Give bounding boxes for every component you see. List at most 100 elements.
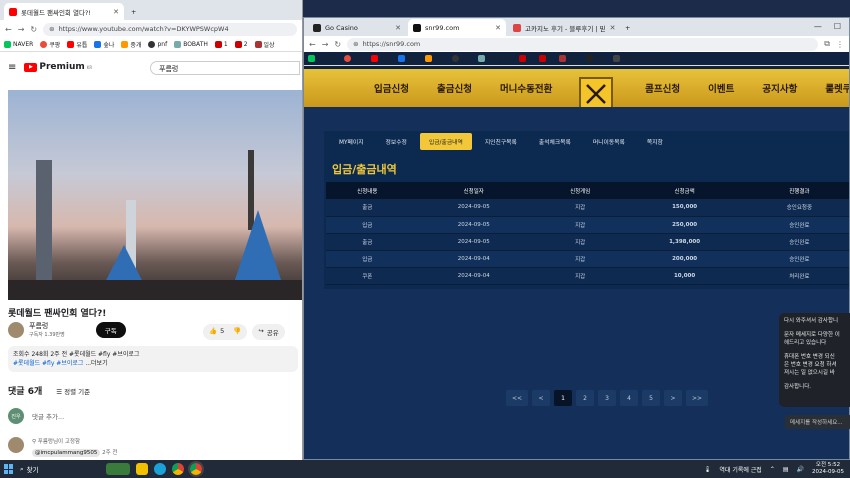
page-4-button[interactable]: 4 xyxy=(620,390,638,406)
widgets-icon[interactable] xyxy=(106,463,130,475)
tab-youtube[interactable]: 롯데월드 팬싸인회 열다?! ✕ xyxy=(4,3,124,20)
page-1-button[interactable]: 1 xyxy=(554,390,572,406)
site-info-icon[interactable]: ⊜ xyxy=(353,40,358,48)
bookmark-coupang[interactable]: 쿠팡 xyxy=(344,54,364,63)
bookmark-coupang[interactable]: 쿠팡 xyxy=(40,40,60,49)
bookmark-2[interactable]: 2 xyxy=(538,55,552,62)
bookmark-daily[interactable]: 일상 xyxy=(558,54,579,63)
volume-icon[interactable]: 🔊 xyxy=(797,466,804,473)
bookmark-naver[interactable]: NAVER xyxy=(308,55,337,62)
tab-go-casino[interactable]: Go Casino ✕ xyxy=(308,19,406,36)
chrome-icon[interactable] xyxy=(172,463,184,475)
reload-icon[interactable]: ↻ xyxy=(334,40,341,49)
bookmark-coupang-guide[interactable]: 쿠팡이 되는 법 2회... xyxy=(612,54,676,63)
sort-button[interactable]: ☰ 정렬 기준 xyxy=(56,386,90,396)
nav-events[interactable]: 이벤트 xyxy=(708,81,734,95)
chat-input[interactable]: 메세지를 작성하세요... xyxy=(785,415,850,429)
bookmark-daily[interactable]: 일상 xyxy=(254,40,275,49)
close-tab-icon[interactable]: ✕ xyxy=(610,24,616,32)
minimize-icon[interactable]: — xyxy=(814,22,822,31)
thumbs-down-icon[interactable]: 👎 xyxy=(233,327,241,337)
menu-close-button[interactable] xyxy=(579,77,613,111)
edge-icon[interactable] xyxy=(154,463,166,475)
comment-handle[interactable]: @imcpulammang9505 xyxy=(32,449,101,457)
tab-attendance[interactable]: 출석체크목록 xyxy=(530,133,580,150)
forward-icon[interactable]: → xyxy=(18,25,25,34)
bookmark-bobath[interactable]: BOBATH xyxy=(174,41,208,48)
page-3-button[interactable]: 3 xyxy=(598,390,616,406)
channel-avatar[interactable] xyxy=(8,321,24,338)
extensions-icon[interactable]: ⧉ xyxy=(824,39,830,49)
tab-mypage[interactable]: MY페이지 xyxy=(330,133,373,150)
subscribe-button[interactable]: 구독 xyxy=(95,321,126,338)
reload-icon[interactable]: ↻ xyxy=(30,25,37,34)
close-tab-icon[interactable]: ✕ xyxy=(113,8,119,16)
menu-icon[interactable]: ≡ xyxy=(8,62,16,73)
first-page-button[interactable]: << xyxy=(506,390,528,406)
video-player[interactable] xyxy=(8,90,302,300)
like-button[interactable]: 👍 5 👎 xyxy=(203,324,248,340)
last-page-button[interactable]: >> xyxy=(686,390,708,406)
file-explorer-icon[interactable] xyxy=(136,463,148,475)
youtube-logo[interactable]: ▶ Premium KR xyxy=(24,62,92,72)
browser-menu-icon[interactable]: ⋮ xyxy=(836,40,844,49)
bookmark-soop[interactable]: 숲나 xyxy=(94,40,114,49)
bookmark-broker[interactable]: 중개 xyxy=(121,40,141,49)
bookmark-1[interactable]: 1 xyxy=(518,55,532,62)
back-icon[interactable]: ← xyxy=(309,40,316,49)
nav-deposit-request[interactable]: 입금신청 xyxy=(374,81,409,95)
new-tab-button[interactable]: + xyxy=(620,19,635,36)
nav-notices[interactable]: 공지사항 xyxy=(762,81,797,95)
description-box[interactable]: 조회수 248회 2주 전 #롯데월드 #fly #브이로그 #롯데월드 #fl… xyxy=(8,346,298,372)
bookmark-youtube[interactable]: 유튭 xyxy=(371,54,391,63)
bookmark-broker[interactable]: 중개 xyxy=(425,54,445,63)
tray-overflow-icon[interactable]: ⌃ xyxy=(770,466,775,473)
nav-comp-request[interactable]: 콤프신청 xyxy=(645,81,680,95)
clock[interactable]: 오전 5:52 2024-09-05 xyxy=(812,462,844,476)
share-button[interactable]: ↪ 공유 xyxy=(252,324,285,340)
bookmark-pnf[interactable]: pnf xyxy=(452,55,471,62)
weather-icon[interactable]: 🌡 xyxy=(704,466,712,473)
bookmark-tickle[interactable]: 티클 xyxy=(585,54,606,63)
windows-start-icon[interactable] xyxy=(4,464,14,474)
back-icon[interactable]: ← xyxy=(5,25,12,34)
site-info-icon[interactable]: ⊜ xyxy=(49,25,54,33)
page-2-button[interactable]: 2 xyxy=(576,390,594,406)
tab-friends[interactable]: 지인친구목록 xyxy=(476,133,526,150)
add-comment-input[interactable]: 댓글 추가... xyxy=(32,411,64,421)
close-tab-icon[interactable]: ✕ xyxy=(395,24,401,32)
forward-icon[interactable]: → xyxy=(322,40,329,49)
bookmark-youtube[interactable]: 유튭 xyxy=(67,40,87,49)
bookmark-1[interactable]: 1 xyxy=(214,41,228,48)
close-tab-icon[interactable]: ✕ xyxy=(495,24,501,32)
network-icon[interactable]: ▤ xyxy=(783,466,789,473)
more-link[interactable]: ...더보기 xyxy=(85,360,107,367)
tab-messages[interactable]: 쪽지함 xyxy=(638,133,672,150)
prev-page-button[interactable]: < xyxy=(532,390,550,406)
page-5-button[interactable]: 5 xyxy=(642,390,660,406)
bookmark-2[interactable]: 2 xyxy=(234,41,248,48)
hashtags[interactable]: #롯데월드 #fly #브이로그 xyxy=(13,360,83,367)
weather-text[interactable]: 역대 기록에 근접 xyxy=(719,465,761,474)
bookmark-pnf[interactable]: pnf xyxy=(148,41,167,48)
tab-edit-info[interactable]: 정보수정 xyxy=(377,133,416,150)
chrome-active-icon[interactable] xyxy=(188,461,204,477)
url-field[interactable]: ⊜ https://snr99.com xyxy=(347,37,819,51)
nav-roulette-coupon[interactable]: 룰렛쿠폰 xyxy=(825,81,849,95)
taskbar-search[interactable]: ⌕ 찾기 xyxy=(20,464,100,475)
tab-review[interactable]: 고카지노 후기 - 블루후기 | 믿 ✕ xyxy=(508,19,618,36)
bookmark-soop[interactable]: 숲나 xyxy=(398,54,418,63)
url-field[interactable]: ⊜ https://www.youtube.com/watch?v=DKYWPS… xyxy=(43,22,297,36)
tab-transactions[interactable]: 입금/출금내역 xyxy=(419,132,472,150)
comment-avatar[interactable] xyxy=(8,437,24,453)
channel-name[interactable]: 푸름렁 xyxy=(29,321,65,331)
bookmark-bobath[interactable]: BOBATH xyxy=(478,55,512,62)
nav-money-transfer[interactable]: 머니수동전환 xyxy=(500,81,552,95)
bookmark-naver[interactable]: NAVER xyxy=(4,41,33,48)
tab-snr99[interactable]: snr99.com ✕ xyxy=(408,19,506,36)
new-tab-button[interactable]: + xyxy=(126,3,141,20)
nav-withdraw-request[interactable]: 출금신청 xyxy=(437,81,472,95)
maximize-icon[interactable]: ☐ xyxy=(834,22,841,31)
youtube-search-input[interactable]: 푸름렁 xyxy=(150,61,300,75)
next-page-button[interactable]: > xyxy=(664,390,682,406)
